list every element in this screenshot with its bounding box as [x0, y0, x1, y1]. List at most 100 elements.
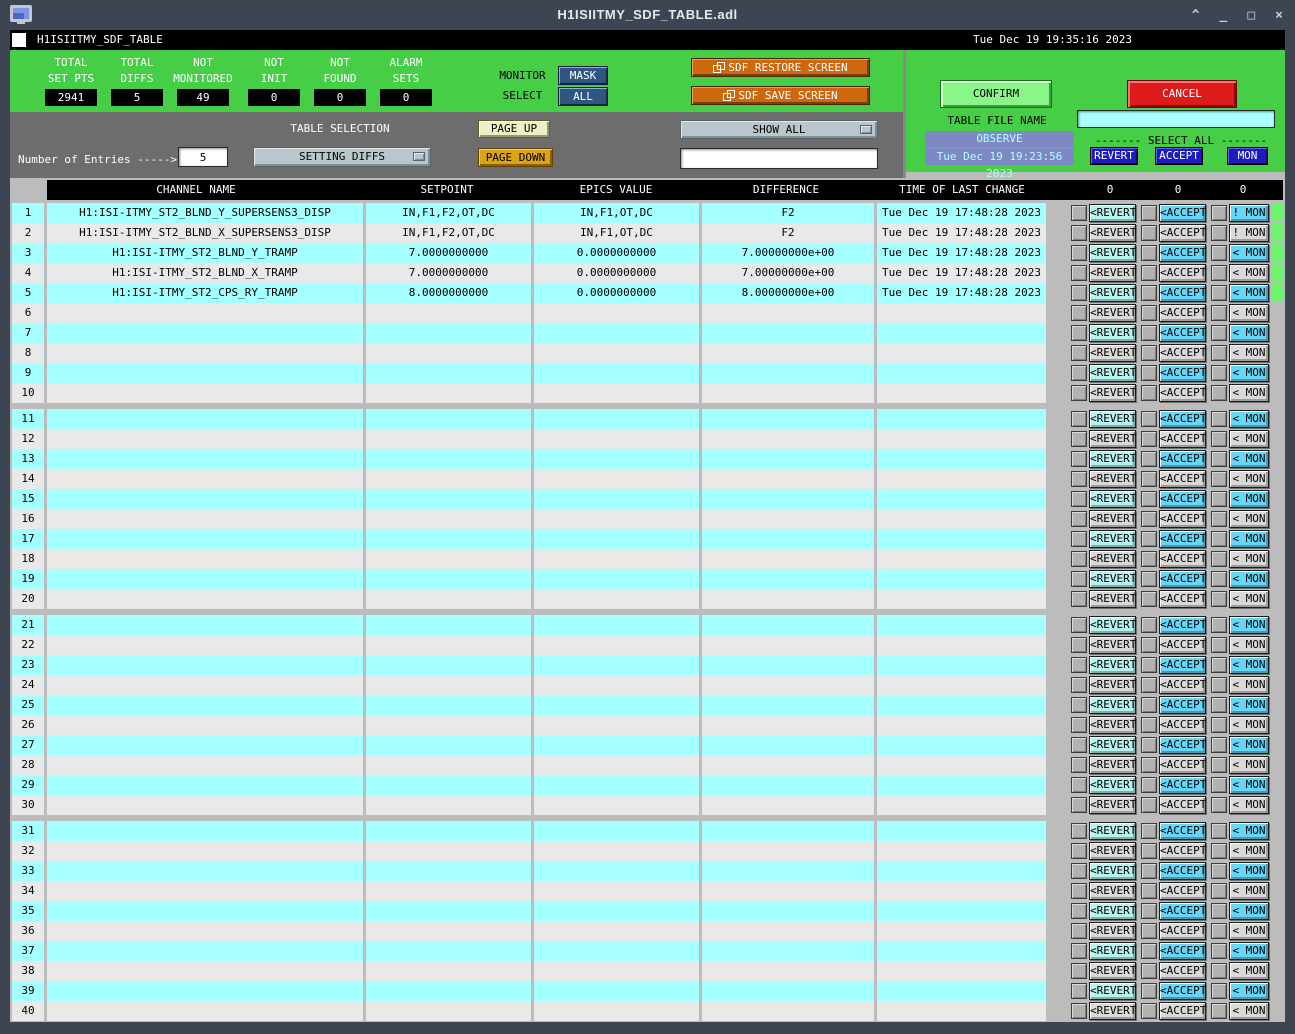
row-mon-button[interactable]: < MON [1229, 244, 1269, 262]
row-accept-button[interactable]: <ACCEPT [1159, 862, 1206, 880]
row-revert-checkbox[interactable] [1071, 491, 1087, 507]
row-mon-checkbox[interactable] [1211, 285, 1227, 301]
row-revert-button[interactable]: <REVERT [1089, 570, 1136, 588]
row-accept-checkbox[interactable] [1141, 677, 1157, 693]
row-mon-button[interactable]: < MON [1229, 776, 1269, 794]
row-accept-checkbox[interactable] [1141, 591, 1157, 607]
row-mon-button[interactable]: ! MON [1229, 204, 1269, 222]
row-revert-checkbox[interactable] [1071, 717, 1087, 733]
row-revert-button[interactable]: <REVERT [1089, 304, 1136, 322]
row-accept-checkbox[interactable] [1141, 903, 1157, 919]
row-revert-checkbox[interactable] [1071, 983, 1087, 999]
row-mon-checkbox[interactable] [1211, 983, 1227, 999]
row-revert-button[interactable]: <REVERT [1089, 842, 1136, 860]
row-revert-checkbox[interactable] [1071, 637, 1087, 653]
row-revert-checkbox[interactable] [1071, 797, 1087, 813]
row-revert-button[interactable]: <REVERT [1089, 324, 1136, 342]
row-accept-checkbox[interactable] [1141, 843, 1157, 859]
row-mon-button[interactable]: < MON [1229, 942, 1269, 960]
row-accept-button[interactable]: <ACCEPT [1159, 656, 1206, 674]
table-selection-dropdown[interactable]: SETTING DIFFS [253, 147, 431, 167]
row-mon-checkbox[interactable] [1211, 923, 1227, 939]
row-mon-button[interactable]: < MON [1229, 756, 1269, 774]
row-accept-checkbox[interactable] [1141, 963, 1157, 979]
row-mon-checkbox[interactable] [1211, 325, 1227, 341]
row-revert-checkbox[interactable] [1071, 365, 1087, 381]
row-mon-button[interactable]: < MON [1229, 570, 1269, 588]
row-revert-checkbox[interactable] [1071, 657, 1087, 673]
row-mon-button[interactable]: < MON [1229, 430, 1269, 448]
row-mon-checkbox[interactable] [1211, 697, 1227, 713]
page-up-button[interactable]: PAGE UP [478, 120, 550, 138]
row-mon-button[interactable]: < MON [1229, 324, 1269, 342]
row-mon-checkbox[interactable] [1211, 737, 1227, 753]
row-revert-button[interactable]: <REVERT [1089, 822, 1136, 840]
row-accept-button[interactable]: <ACCEPT [1159, 616, 1206, 634]
row-mon-button[interactable]: < MON [1229, 922, 1269, 940]
row-mon-button[interactable]: < MON [1229, 796, 1269, 814]
row-mon-checkbox[interactable] [1211, 205, 1227, 221]
row-mon-button[interactable]: < MON [1229, 304, 1269, 322]
row-revert-checkbox[interactable] [1071, 285, 1087, 301]
row-accept-button[interactable]: <ACCEPT [1159, 796, 1206, 814]
row-accept-button[interactable]: <ACCEPT [1159, 590, 1206, 608]
row-mon-checkbox[interactable] [1211, 677, 1227, 693]
row-accept-button[interactable]: <ACCEPT [1159, 676, 1206, 694]
row-revert-checkbox[interactable] [1071, 737, 1087, 753]
row-mon-button[interactable]: < MON [1229, 736, 1269, 754]
row-accept-button[interactable]: <ACCEPT [1159, 510, 1206, 528]
row-revert-button[interactable]: <REVERT [1089, 882, 1136, 900]
row-revert-button[interactable]: <REVERT [1089, 776, 1136, 794]
row-mon-button[interactable]: < MON [1229, 902, 1269, 920]
row-mon-checkbox[interactable] [1211, 963, 1227, 979]
filter-text-input[interactable] [680, 148, 878, 169]
row-accept-button[interactable]: <ACCEPT [1159, 570, 1206, 588]
row-accept-checkbox[interactable] [1141, 571, 1157, 587]
row-revert-button[interactable]: <REVERT [1089, 902, 1136, 920]
row-accept-button[interactable]: <ACCEPT [1159, 962, 1206, 980]
row-revert-button[interactable]: <REVERT [1089, 862, 1136, 880]
row-mon-checkbox[interactable] [1211, 637, 1227, 653]
row-accept-checkbox[interactable] [1141, 657, 1157, 673]
row-mon-checkbox[interactable] [1211, 265, 1227, 281]
page-down-button[interactable]: PAGE DOWN [478, 148, 553, 167]
row-mon-button[interactable]: < MON [1229, 344, 1269, 362]
row-accept-button[interactable]: <ACCEPT [1159, 450, 1206, 468]
row-revert-checkbox[interactable] [1071, 451, 1087, 467]
row-accept-button[interactable]: <ACCEPT [1159, 636, 1206, 654]
row-mon-checkbox[interactable] [1211, 451, 1227, 467]
row-mon-button[interactable]: < MON [1229, 962, 1269, 980]
row-mon-button[interactable]: ! MON [1229, 224, 1269, 242]
row-accept-checkbox[interactable] [1141, 491, 1157, 507]
close-icon[interactable]: × [1275, 8, 1283, 23]
row-accept-checkbox[interactable] [1141, 205, 1157, 221]
row-accept-checkbox[interactable] [1141, 983, 1157, 999]
row-mon-button[interactable]: < MON [1229, 636, 1269, 654]
row-mon-button[interactable]: < MON [1229, 696, 1269, 714]
row-mon-button[interactable]: < MON [1229, 530, 1269, 548]
row-revert-button[interactable]: <REVERT [1089, 224, 1136, 242]
row-revert-button[interactable]: <REVERT [1089, 676, 1136, 694]
row-accept-checkbox[interactable] [1141, 777, 1157, 793]
all-button[interactable]: ALL [558, 87, 608, 106]
row-mon-checkbox[interactable] [1211, 657, 1227, 673]
row-revert-button[interactable]: <REVERT [1089, 656, 1136, 674]
row-mon-button[interactable]: < MON [1229, 470, 1269, 488]
row-accept-button[interactable]: <ACCEPT [1159, 324, 1206, 342]
row-accept-button[interactable]: <ACCEPT [1159, 1002, 1206, 1020]
row-mon-button[interactable]: < MON [1229, 450, 1269, 468]
row-revert-button[interactable]: <REVERT [1089, 616, 1136, 634]
row-mon-checkbox[interactable] [1211, 225, 1227, 241]
row-accept-checkbox[interactable] [1141, 325, 1157, 341]
row-accept-checkbox[interactable] [1141, 717, 1157, 733]
row-mon-checkbox[interactable] [1211, 777, 1227, 793]
row-revert-checkbox[interactable] [1071, 943, 1087, 959]
row-revert-checkbox[interactable] [1071, 863, 1087, 879]
maximize-icon[interactable]: □ [1247, 8, 1255, 23]
row-accept-button[interactable]: <ACCEPT [1159, 942, 1206, 960]
row-accept-checkbox[interactable] [1141, 285, 1157, 301]
row-accept-checkbox[interactable] [1141, 697, 1157, 713]
row-revert-button[interactable]: <REVERT [1089, 796, 1136, 814]
row-accept-checkbox[interactable] [1141, 385, 1157, 401]
row-mon-button[interactable]: < MON [1229, 716, 1269, 734]
